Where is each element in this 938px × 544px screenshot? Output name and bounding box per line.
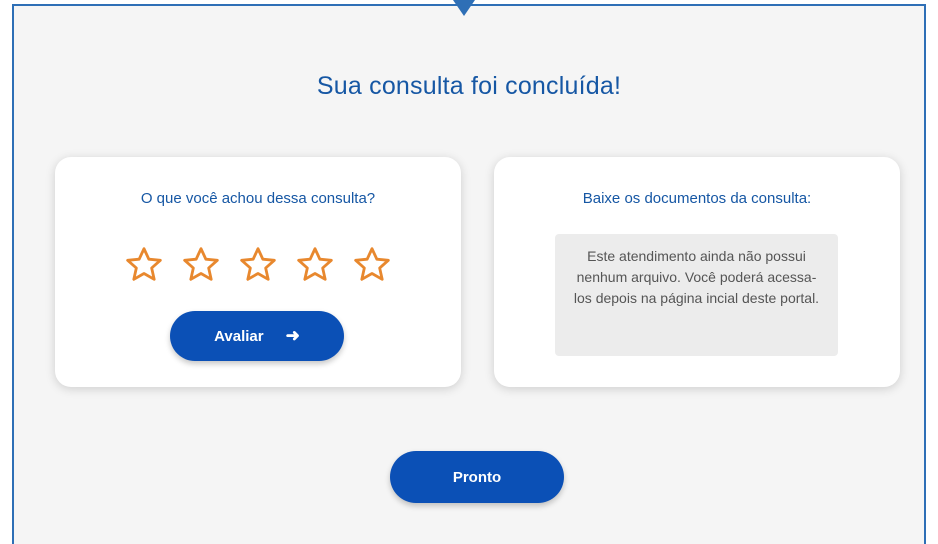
page-title: Sua consulta foi concluída! — [316, 72, 622, 100]
star-icon-2[interactable] — [181, 245, 221, 285]
star-icon-3[interactable] — [238, 245, 278, 285]
avaliar-label: Avaliar — [214, 327, 264, 345]
star-rating — [55, 245, 461, 285]
documents-heading: Baixe os documentos da consulta: — [582, 190, 812, 207]
pronto-button[interactable]: Pronto — [390, 451, 564, 503]
pronto-label: Pronto — [452, 468, 502, 486]
arrow-right-icon: ➜ — [285, 326, 300, 345]
rating-card: O que você achou dessa consulta? Avaliar… — [55, 157, 461, 387]
star-icon-4[interactable] — [295, 245, 335, 285]
avaliar-button[interactable]: Avaliar ➜ — [170, 311, 344, 361]
star-icon-1[interactable] — [124, 245, 164, 285]
star-icon-5[interactable] — [352, 245, 392, 285]
no-files-notice: Este atendimento ainda não possui nenhum… — [555, 234, 838, 356]
rating-heading: O que você achou dessa consulta? — [140, 190, 376, 207]
pointer-caret-icon — [453, 0, 475, 16]
documents-card: Baixe os documentos da consulta: Este at… — [494, 157, 900, 387]
